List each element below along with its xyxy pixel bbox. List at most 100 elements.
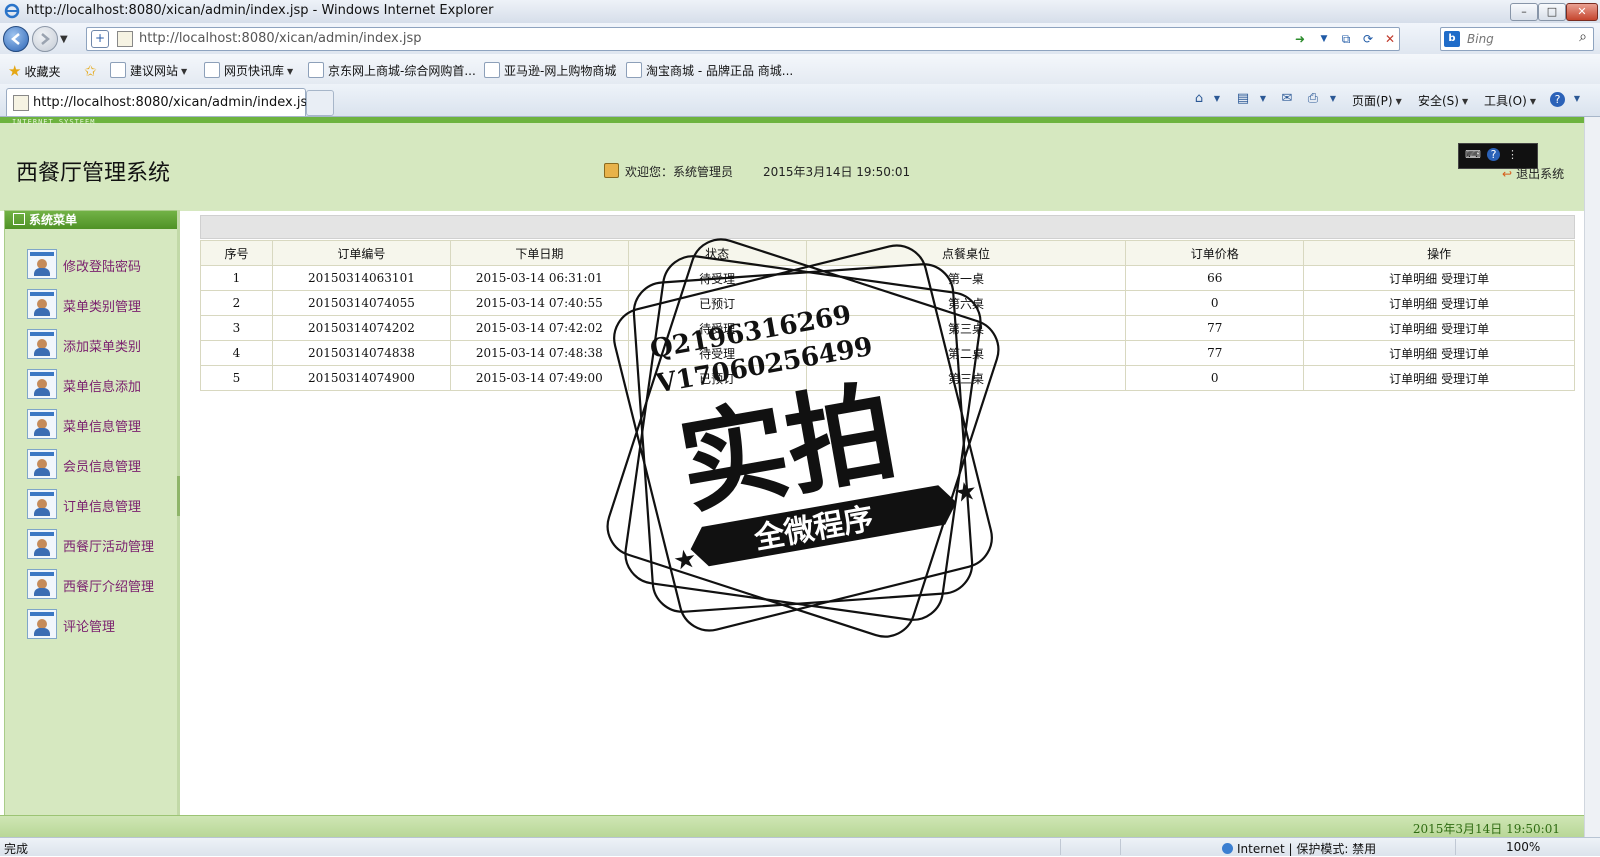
sidebar-item-intro-manage[interactable]: 西餐厅介绍管理 — [27, 569, 177, 599]
mail-icon[interactable]: ✉ — [1278, 90, 1296, 108]
table-row: 2 20150314074055 2015-03-14 07:40:55 已预订… — [200, 290, 1575, 316]
security-zone[interactable]: Internet | 保护模式: 禁用 — [1222, 840, 1376, 857]
sidebar-item-order-manage[interactable]: 订单信息管理 — [27, 489, 177, 519]
cell-price: 77 — [1125, 315, 1305, 341]
sidebar-item-change-password[interactable]: 修改登陆密码 — [27, 249, 177, 279]
keyboard-icon[interactable]: ⌨ — [1465, 148, 1481, 161]
cell-actions: 订单明细 受理订单 — [1303, 265, 1575, 291]
fav-item-taobao[interactable]: 淘宝商城 - 品牌正品 商城... — [626, 62, 793, 79]
page-title: 西餐厅管理系统 — [16, 161, 171, 186]
sidebar-item-activity-manage[interactable]: 西餐厅活动管理 — [27, 529, 177, 559]
tab-current[interactable]: http://localhost:8080/xican/admin/index.… — [6, 88, 316, 116]
cell-status: 已预订 — [627, 290, 807, 316]
logout-link[interactable]: ↩ 退出系统 — [1502, 165, 1564, 182]
cell-no: 2 — [200, 290, 273, 316]
fav-item-webslices[interactable]: 网页快讯库 ▼ — [204, 62, 293, 79]
minimize-button[interactable]: – — [1510, 3, 1538, 21]
search-box[interactable]: b ⌕ — [1440, 27, 1594, 51]
user-card-icon — [27, 489, 57, 519]
add-site-icon[interactable]: + — [91, 30, 109, 48]
fav-item-suggested[interactable]: 建议网站 ▼ — [110, 62, 187, 79]
back-button[interactable] — [3, 26, 29, 52]
feeds-icon[interactable]: ▤ — [1234, 90, 1252, 108]
webpage-icon — [308, 62, 324, 78]
compatibility-view-icon[interactable]: ⧉ — [1337, 31, 1355, 47]
edit-icon — [13, 213, 25, 225]
accept-order-link[interactable]: 受理订单 — [1441, 322, 1489, 336]
address-field[interactable]: + http://localhost:8080/xican/admin/inde… — [86, 27, 1400, 51]
close-window-button[interactable]: ✕ — [1566, 3, 1598, 21]
address-dropdown-icon[interactable]: ▼ — [1315, 31, 1333, 47]
add-favorite-icon[interactable]: ✩ — [84, 62, 100, 80]
home-dropdown-icon[interactable]: ▼ — [1208, 90, 1226, 108]
fav-item-amazon[interactable]: 亚马逊-网上购物商城 — [484, 62, 616, 79]
print-icon[interactable]: ⎙ — [1304, 90, 1322, 108]
zoom-level[interactable]: 100% — [1506, 840, 1540, 854]
tools-menu[interactable]: 工具(O) ▼ — [1484, 92, 1536, 109]
cell-status: 待受理 — [627, 315, 807, 341]
accept-order-link[interactable]: 受理订单 — [1441, 347, 1489, 361]
print-dropdown-icon[interactable]: ▼ — [1324, 90, 1342, 108]
column-header: 操作 — [1303, 240, 1575, 266]
cell-actions: 订单明细 受理订单 — [1303, 315, 1575, 341]
sidebar-item-comment-manage[interactable]: 评论管理 — [27, 609, 177, 639]
maximize-button[interactable]: □ — [1538, 3, 1566, 21]
status-text: 完成 — [4, 842, 29, 856]
go-icon[interactable]: ➜ — [1291, 31, 1309, 47]
banner-strip-text: INTERNET SYSTEEM — [12, 118, 96, 126]
cell-table: 第一桌 — [805, 265, 1127, 291]
order-detail-link[interactable]: 订单明细 — [1389, 347, 1437, 361]
ime-menu-icon[interactable]: ⋮ — [1507, 148, 1518, 161]
order-detail-link[interactable]: 订单明细 — [1389, 272, 1437, 286]
home-icon[interactable]: ⌂ — [1190, 90, 1208, 108]
order-detail-link[interactable]: 订单明细 — [1389, 297, 1437, 311]
user-card-icon — [27, 449, 57, 479]
user-card-icon — [27, 409, 57, 439]
status-separator — [1060, 839, 1061, 855]
sidebar-item-add-menu-info[interactable]: 菜单信息添加 — [27, 369, 177, 399]
logout-icon: ↩ — [1502, 167, 1513, 181]
stop-icon[interactable]: ✕ — [1381, 31, 1399, 47]
search-input[interactable] — [1465, 30, 1565, 48]
cell-order-id: 20150314074900 — [271, 365, 451, 391]
cell-status: 待受理 — [627, 265, 807, 291]
column-header: 下单日期 — [449, 240, 629, 266]
safety-menu[interactable]: 安全(S) ▼ — [1418, 92, 1468, 109]
forward-button[interactable] — [32, 26, 58, 52]
sidebar-splitter[interactable] — [177, 210, 180, 822]
user-card-icon — [27, 369, 57, 399]
webpage-icon — [484, 62, 500, 78]
webpage-icon — [626, 62, 642, 78]
search-icon[interactable]: ⌕ — [1579, 29, 1587, 45]
accept-order-link[interactable]: 受理订单 — [1441, 297, 1489, 311]
sidebar-item-menu-category-manage[interactable]: 菜单类别管理 — [27, 289, 177, 319]
accept-order-link[interactable]: 受理订单 — [1441, 372, 1489, 386]
sidebar-item-menu-info-manage[interactable]: 菜单信息管理 — [27, 409, 177, 439]
page-menu[interactable]: 页面(P) ▼ — [1352, 92, 1402, 109]
sidebar-item-add-menu-category[interactable]: 添加菜单类别 — [27, 329, 177, 359]
order-detail-link[interactable]: 订单明细 — [1389, 372, 1437, 386]
table-row: 3 20150314074202 2015-03-14 07:42:02 待受理… — [200, 315, 1575, 341]
help-dropdown-icon[interactable]: ▼ — [1568, 90, 1586, 108]
new-tab-button[interactable] — [306, 90, 334, 116]
sidebar-item-member-manage[interactable]: 会员信息管理 — [27, 449, 177, 479]
cell-no: 4 — [200, 340, 273, 366]
cell-order-id: 20150314063101 — [271, 265, 451, 291]
help-icon[interactable]: ? — [1550, 92, 1565, 107]
splitter-grip[interactable] — [177, 476, 180, 516]
cell-price: 0 — [1125, 365, 1305, 391]
favorites-button[interactable]: ★ 收藏夹 — [8, 62, 60, 80]
user-card-icon — [27, 249, 57, 279]
vertical-scrollbar[interactable] — [1584, 117, 1600, 837]
fav-item-jd[interactable]: 京东网上商城-综合网购首... — [308, 62, 476, 79]
accept-order-link[interactable]: 受理订单 — [1441, 272, 1489, 286]
status-separator — [1120, 839, 1121, 855]
address-url[interactable]: http://localhost:8080/xican/admin/index.… — [139, 31, 422, 46]
feeds-dropdown-icon[interactable]: ▼ — [1254, 90, 1272, 108]
sidebar: 系统菜单 修改登陆密码 菜单类别管理 添加菜单类别 菜单信息添加 菜单信息管理 … — [4, 210, 178, 824]
cell-no: 5 — [200, 365, 273, 391]
help-icon[interactable]: ? — [1487, 148, 1500, 161]
recent-pages-dropdown-icon[interactable]: ▼ — [60, 34, 68, 45]
order-detail-link[interactable]: 订单明细 — [1389, 322, 1437, 336]
refresh-icon[interactable]: ⟳ — [1359, 31, 1377, 47]
